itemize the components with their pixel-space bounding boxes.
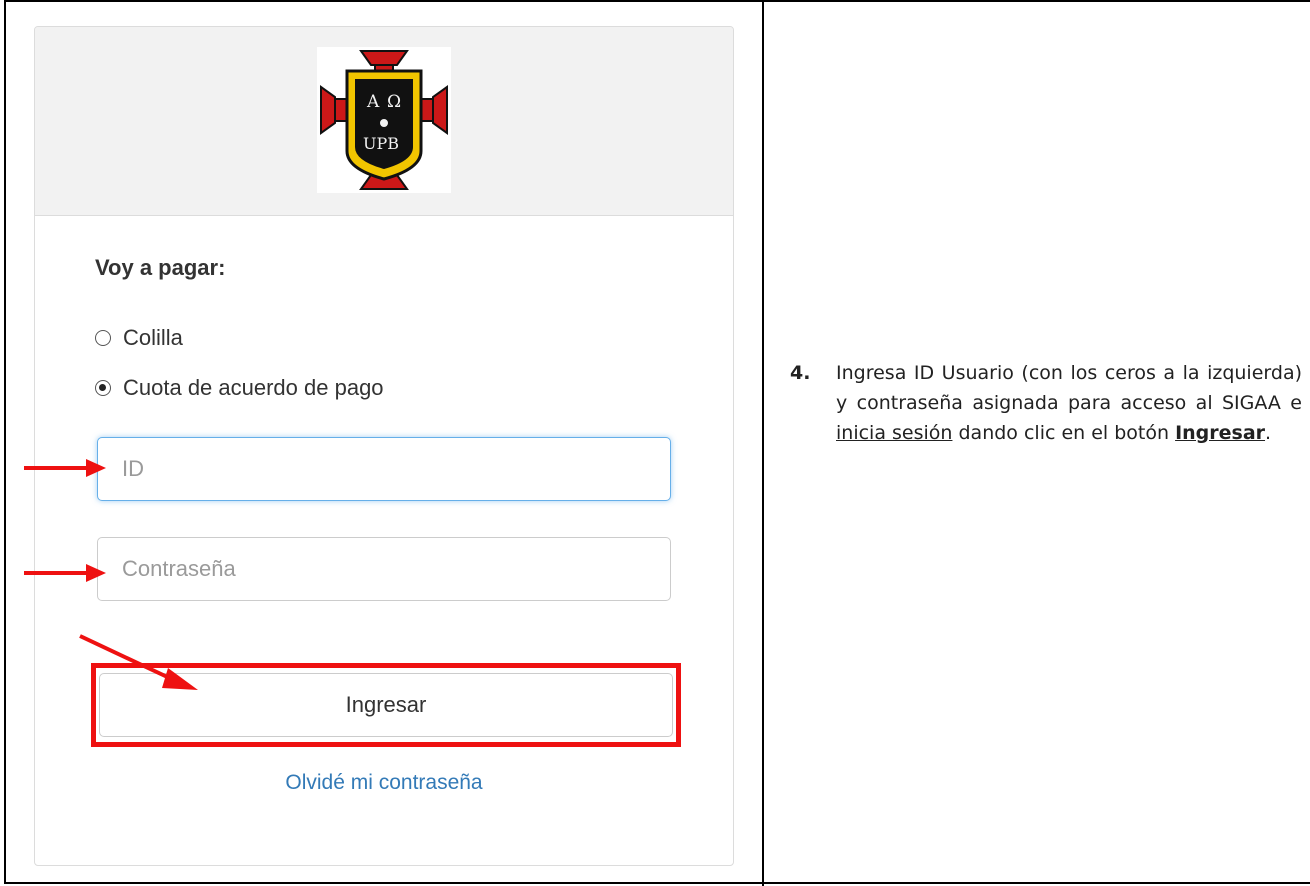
upb-logo: A Ω UPB xyxy=(317,47,451,193)
instruction-text-1: Ingresa ID Usuario (con los ceros a la i… xyxy=(836,362,1302,414)
option-colilla[interactable]: Colilla xyxy=(95,325,183,351)
step-number: 4. xyxy=(790,362,811,384)
instruction-text-2: dando clic en el botón xyxy=(952,422,1176,444)
instruction-step: 4. Ingresa ID Usuario (con los ceros a l… xyxy=(790,358,1302,448)
instruction-underlined: inicia sesión xyxy=(836,422,953,444)
column-divider xyxy=(762,0,764,886)
instruction-body: Ingresa ID Usuario (con los ceros a la i… xyxy=(836,358,1302,448)
payment-heading: Voy a pagar: xyxy=(95,255,226,280)
radio-cuota[interactable] xyxy=(95,380,111,396)
logo-alpha: A xyxy=(366,92,380,112)
radio-colilla[interactable] xyxy=(95,330,111,346)
password-input[interactable] xyxy=(97,537,671,601)
login-card: A Ω UPB Voy a pagar: Colilla Cuota de ac… xyxy=(34,26,734,866)
id-input[interactable] xyxy=(97,437,671,501)
option-colilla-label: Colilla xyxy=(123,325,183,350)
option-cuota[interactable]: Cuota de acuerdo de pago xyxy=(95,375,384,401)
upb-crest-icon: A Ω UPB xyxy=(320,50,448,190)
logo-omega: Ω xyxy=(387,92,401,112)
arrow-submit-icon xyxy=(79,634,198,690)
instruction-text-3: . xyxy=(1265,422,1272,444)
instruction-bold: Ingresar xyxy=(1175,422,1266,444)
logo-upb: UPB xyxy=(363,134,399,153)
forgot-password-link[interactable]: Olvidé mi contraseña xyxy=(35,771,733,795)
arrow-id-icon xyxy=(24,459,106,477)
card-header: A Ω UPB xyxy=(35,27,733,216)
arrow-password-icon xyxy=(24,564,106,582)
option-cuota-label: Cuota de acuerdo de pago xyxy=(123,375,384,400)
